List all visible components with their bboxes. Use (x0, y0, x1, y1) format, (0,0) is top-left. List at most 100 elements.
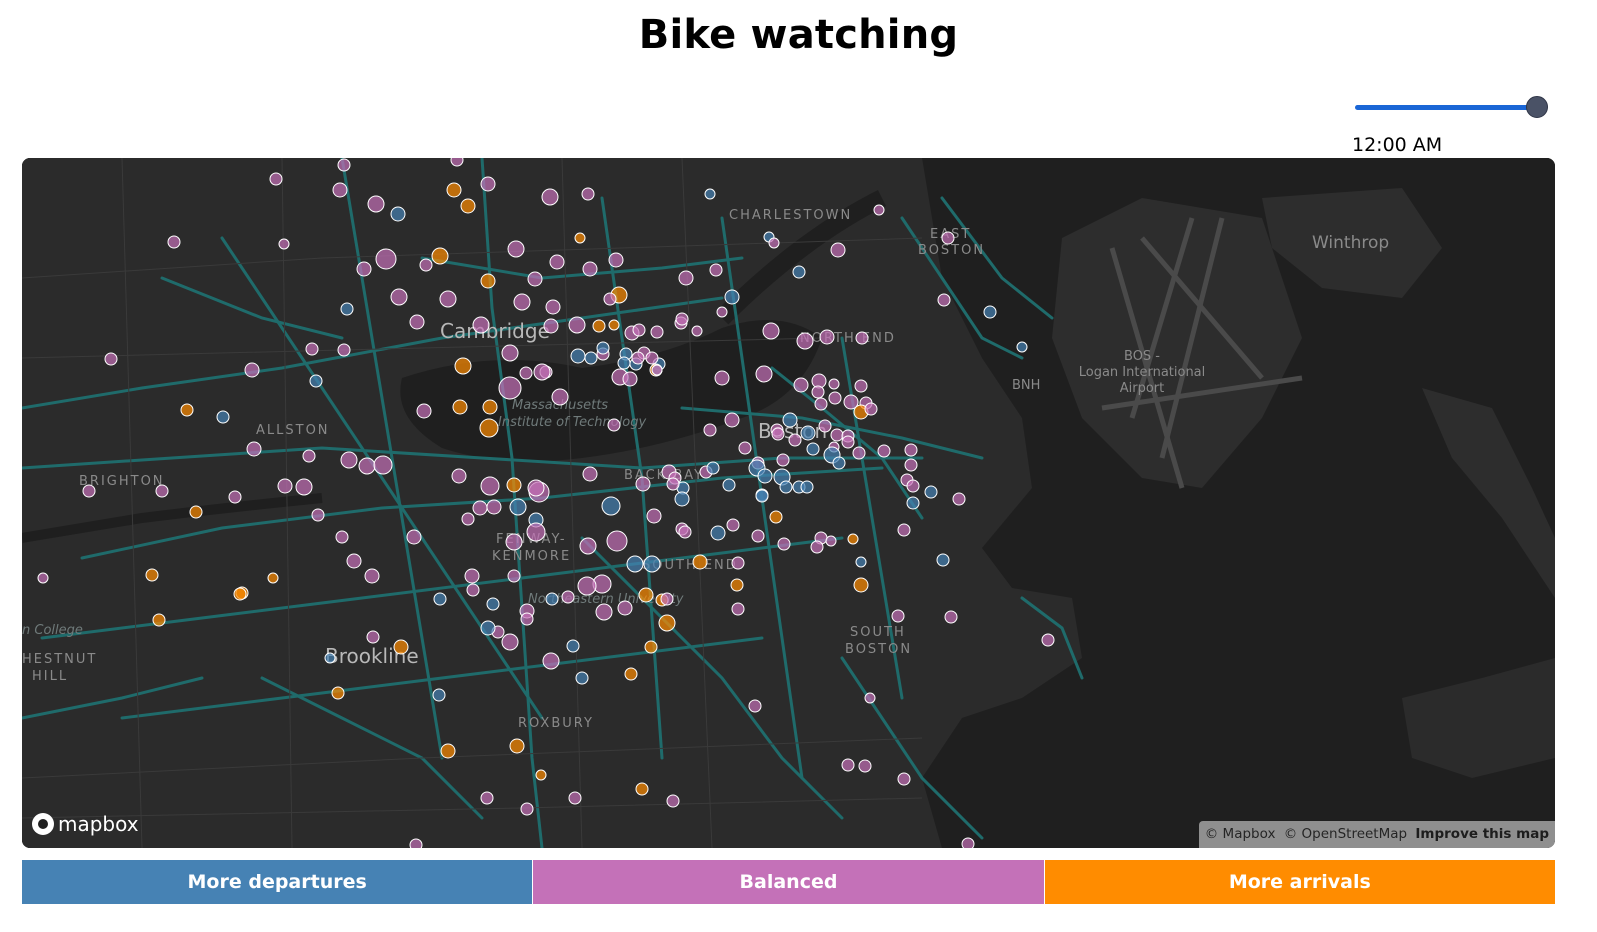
station-marker[interactable] (1016, 341, 1028, 353)
station-marker[interactable] (575, 671, 589, 685)
station-marker[interactable] (650, 325, 664, 339)
station-marker[interactable] (626, 555, 644, 573)
station-marker[interactable] (596, 341, 610, 355)
station-marker[interactable] (358, 457, 376, 475)
station-marker[interactable] (906, 479, 920, 493)
station-marker[interactable] (373, 455, 393, 475)
station-marker[interactable] (340, 302, 354, 316)
station-marker[interactable] (309, 374, 323, 388)
station-marker[interactable] (278, 238, 290, 250)
station-marker[interactable] (658, 614, 676, 632)
station-marker[interactable] (581, 187, 595, 201)
station-marker[interactable] (757, 468, 773, 484)
station-marker[interactable] (751, 529, 765, 543)
station-marker[interactable] (603, 292, 617, 306)
station-marker[interactable] (924, 485, 938, 499)
station-marker[interactable] (104, 352, 118, 366)
station-marker[interactable] (433, 592, 447, 606)
station-marker[interactable] (906, 496, 920, 510)
station-marker[interactable] (432, 688, 446, 702)
station-marker[interactable] (714, 370, 730, 386)
station-marker[interactable] (454, 357, 472, 375)
station-marker[interactable] (941, 231, 955, 245)
station-marker[interactable] (526, 522, 546, 542)
station-marker[interactable] (601, 496, 621, 516)
station-marker[interactable] (574, 232, 586, 244)
station-marker[interactable] (873, 204, 885, 216)
station-marker[interactable] (864, 692, 876, 704)
station-marker[interactable] (568, 791, 582, 805)
station-marker[interactable] (577, 576, 597, 596)
station-marker[interactable] (755, 365, 773, 383)
station-marker[interactable] (452, 399, 468, 415)
station-marker[interactable] (390, 206, 406, 222)
station-marker[interactable] (632, 323, 646, 337)
station-marker[interactable] (855, 556, 867, 568)
station-marker[interactable] (762, 322, 780, 340)
station-marker[interactable] (660, 592, 674, 606)
station-marker[interactable] (440, 743, 456, 759)
station-marker[interactable] (631, 351, 645, 365)
station-marker[interactable] (595, 603, 613, 621)
station-marker[interactable] (145, 568, 159, 582)
station-marker[interactable] (561, 590, 575, 604)
station-marker[interactable] (582, 466, 598, 482)
station-marker[interactable] (897, 523, 911, 537)
station-marker[interactable] (706, 461, 720, 475)
station-marker[interactable] (513, 293, 531, 311)
station-marker[interactable] (324, 652, 336, 664)
station-marker[interactable] (704, 188, 716, 200)
station-marker[interactable] (755, 489, 769, 503)
station-marker[interactable] (731, 556, 745, 570)
station-marker[interactable] (482, 399, 498, 415)
station-marker[interactable] (375, 248, 397, 270)
station-marker[interactable] (568, 316, 586, 334)
station-marker[interactable] (830, 428, 844, 442)
station-marker[interactable] (216, 410, 230, 424)
station-marker[interactable] (777, 537, 791, 551)
station-marker[interactable] (937, 293, 951, 307)
station-marker[interactable] (678, 525, 692, 539)
station-marker[interactable] (825, 535, 837, 547)
station-marker[interactable] (466, 583, 480, 597)
station-marker[interactable] (666, 477, 680, 491)
station-marker[interactable] (769, 510, 783, 524)
station-marker[interactable] (748, 699, 762, 713)
station-marker[interactable] (337, 158, 351, 172)
station-marker[interactable] (486, 597, 500, 611)
station-marker[interactable] (340, 451, 358, 469)
station-marker[interactable] (852, 446, 866, 460)
station-marker[interactable] (832, 456, 846, 470)
station-marker[interactable] (607, 418, 621, 432)
station-marker[interactable] (792, 265, 806, 279)
station-marker[interactable] (480, 620, 496, 636)
station-marker[interactable] (858, 759, 872, 773)
station-marker[interactable] (738, 441, 752, 455)
station-marker[interactable] (509, 738, 525, 754)
station-marker[interactable] (228, 490, 242, 504)
station-marker[interactable] (364, 568, 380, 584)
station-marker[interactable] (505, 533, 523, 551)
station-marker[interactable] (854, 379, 868, 393)
station-marker[interactable] (674, 491, 690, 507)
station-marker[interactable] (541, 188, 559, 206)
attribution-mapbox[interactable]: © Mapbox (1205, 826, 1276, 842)
station-marker[interactable] (796, 332, 814, 350)
station-marker[interactable] (730, 578, 744, 592)
station-marker[interactable] (246, 441, 262, 457)
station-marker[interactable] (545, 299, 561, 315)
station-marker[interactable] (779, 480, 793, 494)
mapbox-logo[interactable]: mapbox (32, 810, 139, 838)
station-marker[interactable] (551, 388, 569, 406)
station-marker[interactable] (692, 554, 708, 570)
station-marker[interactable] (897, 772, 911, 786)
station-marker[interactable] (277, 478, 293, 494)
station-marker[interactable] (828, 391, 842, 405)
station-marker[interactable] (678, 270, 694, 286)
station-marker[interactable] (806, 442, 820, 456)
station-marker[interactable] (584, 351, 598, 365)
station-marker[interactable] (356, 261, 372, 277)
station-marker[interactable] (152, 613, 166, 627)
station-marker[interactable] (472, 500, 488, 516)
station-marker[interactable] (782, 412, 798, 428)
